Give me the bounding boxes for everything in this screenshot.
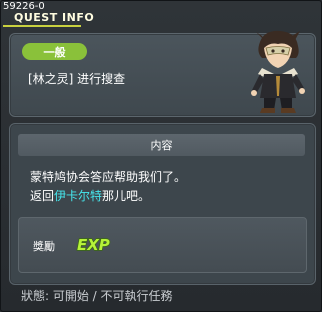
description-prefix: 返回 <box>30 189 55 203</box>
description-suffix: 那儿吧。 <box>102 189 151 203</box>
quest-category-badge: 一般 <box>22 43 87 60</box>
quest-name: [林之灵] 进行搜查 <box>28 72 126 86</box>
content-header: 内容 <box>18 134 305 156</box>
quest-info-window: 59226-0 QUEST INFO 一般 [林之灵] 进行搜查 内容 蒙特鸠协… <box>0 0 322 312</box>
npc-name-link[interactable]: 伊卡尔特 <box>54 189 102 203</box>
reward-label: 獎勵 <box>33 240 55 253</box>
quest-status: 狀態: 可開始 / 不可執行任務 <box>21 289 173 303</box>
quest-summary-panel: 一般 [林之灵] 进行搜查 <box>9 30 316 117</box>
exp-icon-text: EXP <box>77 236 110 254</box>
quest-content-panel: 内容 蒙特鸠协会答应帮助我们了。 返回伊卡尔特那儿吧。 獎勵 EXP <box>9 123 316 285</box>
reward-box: 獎勵 EXP <box>18 217 307 273</box>
exp-icon: EXP <box>76 235 110 254</box>
description-line-2: 返回伊卡尔特那儿吧。 <box>30 187 186 206</box>
description-line-1: 蒙特鸠协会答应帮助我们了。 <box>30 170 187 184</box>
quest-description: 蒙特鸠协会答应帮助我们了。 返回伊卡尔特那儿吧。 <box>30 168 186 206</box>
title-underline <box>3 25 81 27</box>
window-title: QUEST INFO <box>14 11 95 24</box>
npc-portrait-icon <box>251 30 305 113</box>
